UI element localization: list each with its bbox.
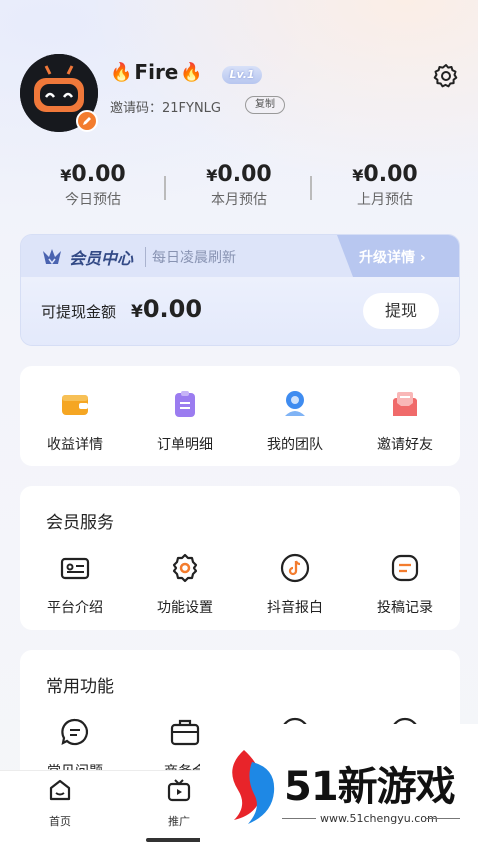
quick-actions-card: 收益详情 订单明细 我的团队 邀请好友	[20, 366, 460, 466]
gear-flower-icon	[172, 553, 198, 583]
flame-icon: 🔥	[110, 61, 133, 83]
currency-symbol: ¥	[206, 166, 218, 185]
chat-icon	[61, 718, 89, 746]
service-item-settings[interactable]: 功能设置	[130, 552, 240, 617]
service-item-label: 抖音报白	[267, 600, 323, 616]
team-icon	[285, 391, 305, 416]
withdraw-amount: ¥0.00	[131, 295, 202, 323]
tiktok-icon	[280, 553, 310, 583]
divider	[310, 176, 312, 200]
currency-symbol: ¥	[60, 166, 72, 185]
quick-item-invite[interactable]: 邀请好友	[350, 366, 460, 466]
member-title-text: 会员中心	[69, 249, 134, 268]
quick-item-label: 收益详情	[47, 437, 103, 453]
stat-value: 0.00	[71, 162, 126, 187]
invite-icon	[393, 392, 417, 416]
quick-item-earnings[interactable]: 收益详情	[20, 366, 130, 466]
quick-item-orders[interactable]: 订单明细	[130, 366, 240, 466]
briefcase-icon	[170, 719, 200, 746]
quick-item-label: 邀请好友	[377, 437, 433, 453]
quick-item-team[interactable]: 我的团队	[240, 366, 350, 466]
watermark: 51新游戏 www.51chengyu.com	[200, 724, 478, 850]
currency-symbol: ¥	[352, 166, 364, 185]
stat-value: 0.00	[217, 162, 272, 187]
quick-item-label: 我的团队	[267, 437, 323, 453]
section-title: 常用功能	[46, 677, 114, 697]
note-icon	[391, 554, 419, 582]
withdraw-amount-value: 0.00	[142, 295, 203, 323]
service-item-tiktok[interactable]: 抖音报白	[240, 552, 350, 617]
divider	[282, 818, 316, 819]
wallet-icon	[62, 395, 88, 415]
watermark-logo-icon	[232, 750, 275, 824]
tab-home[interactable]: 首页	[30, 777, 90, 829]
withdraw-button[interactable]: 提现	[363, 293, 439, 329]
level-badge: Lv.1	[222, 66, 262, 84]
copy-invite-button[interactable]: 复制	[245, 96, 285, 114]
section-title: 会员服务	[46, 513, 114, 533]
service-item-label: 平台介绍	[47, 600, 103, 616]
stat-today[interactable]: ¥0.00 今日预估	[20, 162, 166, 218]
member-services-card: 会员服务 平台介绍 功能设置 抖音报白 投稿记录	[20, 486, 460, 630]
edit-avatar-icon[interactable]	[76, 110, 98, 132]
username: 🔥 Fire 🔥	[110, 60, 203, 84]
member-center-card: 会员中心 每日凌晨刷新 升级详情 › 可提现金额 ¥0.00 提现	[20, 234, 460, 346]
watermark-url: www.51chengyu.com	[320, 812, 438, 825]
home-icon	[49, 779, 71, 801]
service-item-platform-intro[interactable]: 平台介绍	[20, 552, 130, 617]
tv-icon	[167, 779, 191, 802]
quick-item-label: 订单明细	[157, 437, 213, 453]
username-text: Fire	[134, 60, 179, 84]
member-subtitle: 每日凌晨刷新	[145, 247, 236, 267]
vip-crown-icon	[43, 249, 61, 265]
service-item-label: 投稿记录	[377, 600, 433, 616]
stat-label: 上月预估	[357, 192, 413, 208]
service-item-label: 功能设置	[157, 600, 213, 616]
earnings-stats: ¥0.00 今日预估 ¥0.00 本月预估 ¥0.00 上月预估	[20, 162, 458, 218]
stat-label: 今日预估	[65, 192, 121, 208]
flame-icon: 🔥	[180, 61, 203, 83]
stat-label: 本月预估	[211, 192, 267, 208]
member-center-title: 会员中心	[41, 245, 133, 269]
stat-last-month[interactable]: ¥0.00 上月预估	[312, 162, 458, 218]
order-icon	[175, 391, 195, 417]
watermark-text: 51新游戏	[284, 764, 456, 810]
divider	[426, 818, 460, 819]
home-indicator	[146, 838, 202, 842]
id-card-icon	[60, 557, 90, 580]
invite-code: 邀请码：21FYNLG	[110, 101, 222, 116]
currency-symbol: ¥	[131, 302, 143, 322]
service-grid: 平台介绍 功能设置 抖音报白 投稿记录	[20, 552, 460, 617]
divider	[164, 176, 166, 200]
stat-value: 0.00	[363, 162, 418, 187]
withdraw-label: 可提现金额	[41, 303, 117, 321]
service-item-submissions[interactable]: 投稿记录	[350, 552, 460, 617]
stat-month[interactable]: ¥0.00 本月预估	[166, 162, 312, 218]
withdraw-section: 可提现金额 ¥0.00 提现	[21, 277, 459, 345]
upgrade-details-link[interactable]: 升级详情 ›	[359, 247, 426, 267]
settings-icon[interactable]	[432, 62, 460, 90]
tab-label: 首页	[49, 815, 71, 828]
